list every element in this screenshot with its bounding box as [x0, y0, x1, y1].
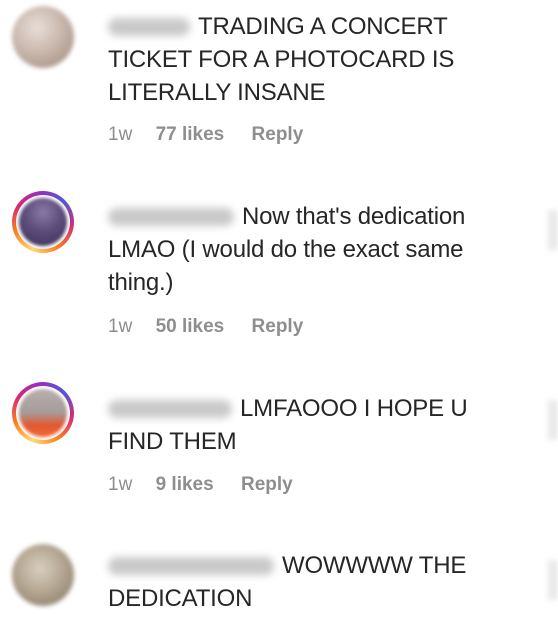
avatar-photo [12, 544, 74, 606]
comment-text: user Now that's dedication LMAO (I would … [108, 200, 538, 299]
comment-line: FIND THEM [108, 428, 237, 455]
avatar[interactable] [12, 544, 74, 606]
avatar-photo [19, 389, 67, 437]
comment-line: Now that's dedication [242, 203, 466, 230]
comment-line: LMFAOOO I HOPE U [240, 395, 468, 422]
comment-line: TICKET FOR A PHOTOCARD IS [108, 46, 455, 73]
avatar-story-ring[interactable] [12, 191, 74, 253]
comment-line: TRADING A CONCERT [198, 13, 448, 40]
comment-text: user LMFAOOO I HOPE U FIND THEM [108, 392, 538, 458]
reply-button[interactable]: Reply [241, 474, 293, 496]
username-blurred[interactable]: user [108, 557, 274, 575]
avatar[interactable] [12, 6, 74, 68]
username-blurred[interactable]: user [108, 400, 232, 418]
avatar-photo [12, 6, 74, 68]
reply-button[interactable]: Reply [252, 124, 304, 146]
avatar-photo [19, 198, 67, 246]
avatar-ring-gap [16, 195, 70, 249]
comment-meta: 1w 77 likes Reply [108, 124, 303, 146]
likes-count[interactable]: 9 likes [156, 474, 214, 496]
avatar-story-ring[interactable] [12, 382, 74, 444]
avatar-ring-gap [16, 386, 70, 440]
comment-meta: 1w 9 likes Reply [108, 474, 293, 496]
comment-meta: 1w 50 likes Reply [108, 316, 303, 338]
comment-line: WOWWWW THE [282, 552, 467, 579]
likes-count[interactable]: 77 likes [156, 124, 225, 146]
edge-fragment [548, 400, 558, 440]
comment-line: LITERALLY INSANE [108, 79, 326, 106]
edge-fragment [548, 210, 558, 250]
comment-age: 1w [108, 316, 133, 337]
edge-fragment [548, 560, 558, 600]
comment-line: DEDICATION [108, 585, 253, 612]
username-blurred[interactable]: user [108, 18, 190, 36]
comment-text: user WOWWWW THE DEDICATION [108, 549, 538, 615]
likes-count[interactable]: 50 likes [156, 316, 225, 338]
comment-text: user TRADING A CONCERT TICKET FOR A PHOTO… [108, 10, 538, 109]
comment-line: LMAO (I would do the exact same [108, 236, 464, 263]
comment-line: thing.) [108, 269, 174, 296]
comment-age: 1w [108, 474, 133, 495]
username-blurred[interactable]: user [108, 208, 234, 226]
comment-age: 1w [108, 124, 133, 145]
reply-button[interactable]: Reply [252, 316, 304, 338]
